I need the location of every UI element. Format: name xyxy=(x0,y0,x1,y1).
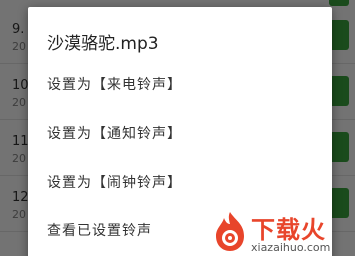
watermark-url: xiazaihuo.com xyxy=(251,241,331,254)
set-ringtone-option[interactable]: 设置为【来电铃声】 xyxy=(47,74,182,94)
view-ringtones-option[interactable]: 查看已设置铃声 xyxy=(47,220,152,240)
watermark-name: 下载火 xyxy=(251,216,326,244)
dialog-title: 沙漠骆驼.mp3 xyxy=(47,34,159,54)
set-notification-option[interactable]: 设置为【通知铃声】 xyxy=(47,123,182,143)
set-alarm-option[interactable]: 设置为【闹钟铃声】 xyxy=(47,172,182,192)
screen: 9. 20 10 20 11 20 12 20 沙漠骆驼.mp3 设置为【来电铃… xyxy=(0,0,355,256)
watermark: 下载火 xiazaihuo.com xyxy=(213,208,355,256)
flame-logo-icon xyxy=(216,212,244,251)
